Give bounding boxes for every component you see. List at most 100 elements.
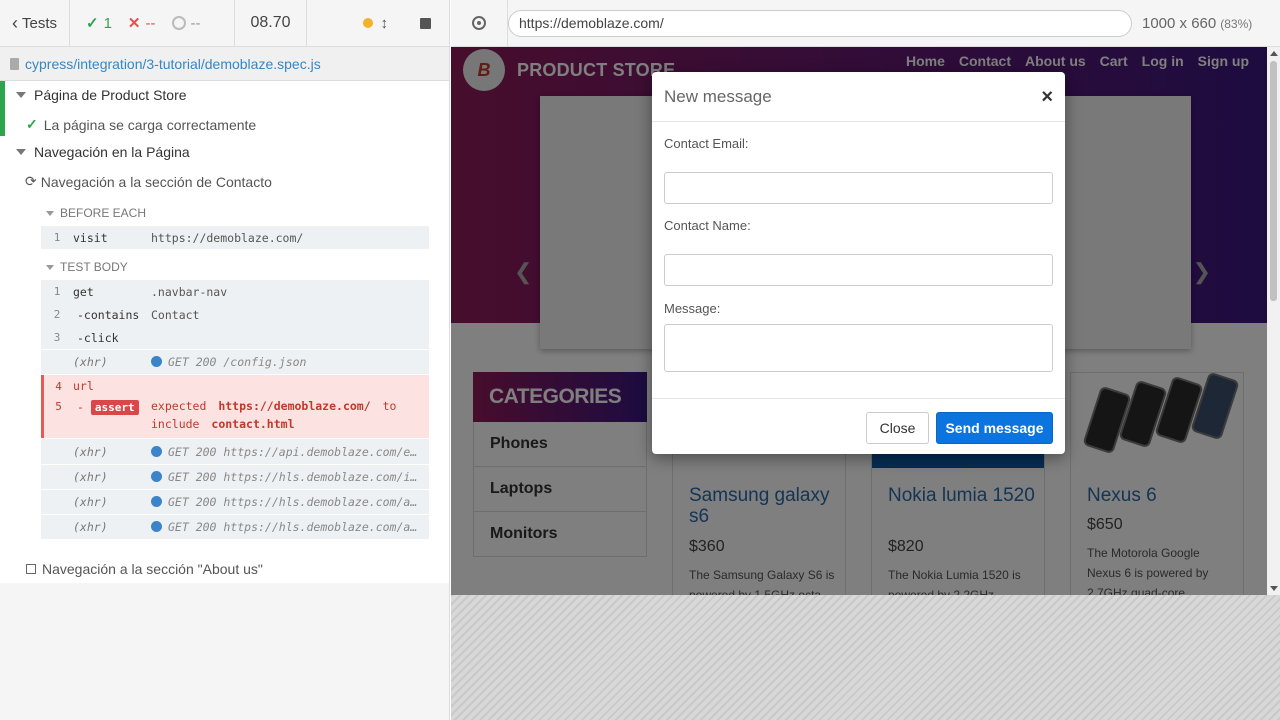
command-message: Contact: [151, 307, 200, 322]
modal-backdrop[interactable]: New message × Contact Email: Contact Nam…: [451, 47, 1267, 595]
modal-footer: Close Send message: [652, 398, 1065, 454]
auto-scroll-icon[interactable]: ↕: [381, 15, 389, 32]
close-button[interactable]: Close: [866, 412, 929, 444]
stop-icon[interactable]: [420, 17, 431, 29]
command-row[interactable]: 1 get .navbar-nav: [41, 280, 429, 303]
suite-title: Página de Product Store: [34, 87, 187, 103]
command-name: (xhr): [73, 444, 108, 459]
command-number: 1: [53, 285, 61, 298]
contact-name-label: Contact Name:: [664, 218, 751, 233]
crosshair-icon: [472, 16, 486, 30]
hook-title: TEST BODY: [60, 260, 128, 274]
suite-row[interactable]: Página de Product Store: [16, 87, 187, 103]
test-body-hook[interactable]: TEST BODY: [46, 260, 128, 274]
assert-row[interactable]: 5 - assert expected https://demoblaze.co…: [44, 397, 429, 437]
scroll-down-icon[interactable]: [1270, 586, 1278, 591]
command-row[interactable]: 4 url: [44, 375, 429, 397]
test-row-passed[interactable]: ✓ La página se carga correctamente: [26, 116, 256, 133]
caret-down-icon: [16, 149, 26, 155]
x-icon: ✕: [127, 15, 141, 32]
viewport-info[interactable]: 1000 x 660 (83%): [1142, 15, 1252, 32]
passed-count: 1: [103, 14, 112, 32]
passed-suite-indicator: [0, 81, 5, 136]
test-title: La página se carga correctamente: [43, 116, 257, 133]
refresh-icon: ⟳: [25, 173, 37, 189]
message-textarea[interactable]: [664, 324, 1053, 372]
xhr-row[interactable]: (xhr) GET 200 https://hls.demoblaze.com/…: [41, 489, 429, 514]
close-icon[interactable]: ×: [1041, 87, 1053, 107]
aut-iframe: B PRODUCT STORE Home Contact About us Ca…: [451, 47, 1280, 595]
scrollbar-thumb[interactable]: [1270, 61, 1277, 301]
selector-playground-button[interactable]: [451, 0, 508, 47]
command-name: (xhr): [73, 495, 108, 509]
command-name: - assert: [73, 400, 151, 415]
file-icon: [10, 57, 19, 70]
scroll-up-icon[interactable]: [1270, 51, 1278, 56]
circle-notch-icon: [171, 16, 186, 30]
hook-title: BEFORE EACH: [60, 206, 147, 220]
command-name: url: [73, 379, 94, 393]
test-row-pending[interactable]: Navegación a la sección "About us": [26, 561, 263, 577]
command-name: -contains: [77, 307, 140, 322]
spec-file-row: cypress/integration/3-tutorial/demoblaze…: [0, 47, 449, 81]
command-message: GET 200 https://hls.demoblaze.com/index.…: [168, 470, 429, 484]
command-number: 5: [55, 400, 62, 413]
suite-row[interactable]: Navegación en la Página: [16, 144, 190, 160]
xhr-status-icon: [151, 471, 162, 482]
checkbox-icon: [26, 564, 36, 574]
xhr-row[interactable]: (xhr) GET 200 https://api.demoblaze.com/…: [41, 439, 429, 464]
reporter-controls: ↕: [307, 0, 449, 47]
command-name: visit: [73, 230, 108, 245]
chevron-left-icon: ‹: [12, 12, 18, 33]
caret-down-icon: [46, 264, 54, 270]
pending-stat: --: [171, 15, 201, 32]
xhr-row[interactable]: (xhr) GET 200 /config.json: [41, 349, 429, 374]
command-name: (xhr): [73, 520, 108, 534]
assert-badge: assert: [90, 400, 139, 415]
test-title: Navegación a la sección "About us": [42, 561, 263, 577]
command-name: (xhr): [73, 355, 108, 369]
xhr-row[interactable]: (xhr) GET 200 https://hls.demoblaze.com/…: [41, 514, 429, 539]
command-number: 1: [53, 231, 61, 244]
tests-button[interactable]: ‹ Tests: [0, 0, 70, 47]
caret-down-icon: [46, 210, 54, 216]
before-each-commands: 1 visit https://demoblaze.com/: [41, 226, 429, 249]
suite-title: Navegación en la Página: [34, 144, 190, 160]
aut-scrollbar[interactable]: [1267, 47, 1280, 595]
command-message: GET 200 https://hls.demoblaze.com/about_…: [168, 495, 429, 509]
modal-header: New message ×: [652, 72, 1065, 122]
test-body-commands: 1 get .navbar-nav 2 -contains Contact 3 …: [41, 280, 429, 374]
spec-file-link[interactable]: cypress/integration/3-tutorial/demoblaze…: [25, 56, 321, 72]
contact-name-input[interactable]: [664, 254, 1053, 286]
send-message-button[interactable]: Send message: [936, 412, 1053, 444]
passed-stat: ✓ 1: [86, 14, 112, 33]
command-name: -click: [77, 330, 119, 345]
command-name: get: [73, 284, 94, 299]
aut-empty-area: [451, 595, 1280, 720]
command-number: 3: [53, 331, 61, 344]
assertion-message: expected https://demoblaze.com/ to inclu…: [151, 399, 397, 431]
before-each-hook[interactable]: BEFORE EACH: [46, 206, 146, 220]
failed-assertion: 4 url 5 - assert expected https://demobl…: [41, 375, 429, 438]
xhr-row[interactable]: (xhr) GET 200 https://hls.demoblaze.com/…: [41, 464, 429, 489]
command-number: 4: [55, 379, 62, 393]
contact-email-label: Contact Email:: [664, 136, 749, 151]
failed-stat: ✕ --: [127, 14, 156, 33]
caret-down-icon: [16, 92, 26, 98]
command-row[interactable]: 2 -contains Contact: [41, 303, 429, 326]
test-title: Navegación a la sección de Contacto: [40, 173, 272, 190]
command-row[interactable]: 3 -click: [41, 326, 429, 349]
aut-header: https://demoblaze.com/ 1000 x 660 (83%): [451, 0, 1280, 47]
test-row-running[interactable]: ⟳ Navegación a la sección de Contacto: [25, 173, 272, 190]
duration: 08.70: [235, 0, 307, 47]
cypress-reporter: ‹ Tests ✓ 1 ✕ -- -- 08.70 ↕ cypress/inte…: [0, 0, 450, 720]
runnables-list: Página de Product Store ✓ La página se c…: [0, 81, 449, 583]
command-row[interactable]: 1 visit https://demoblaze.com/: [41, 226, 429, 249]
modal-title: New message: [664, 86, 772, 106]
contact-email-input[interactable]: [664, 172, 1053, 204]
url-bar[interactable]: https://demoblaze.com/: [508, 9, 1132, 37]
command-message: GET 200 https://hls.demoblaze.com/about_…: [168, 520, 429, 534]
command-name: (xhr): [73, 470, 108, 484]
command-number: 2: [53, 308, 61, 321]
test-stats: ✓ 1 ✕ -- --: [70, 0, 235, 47]
